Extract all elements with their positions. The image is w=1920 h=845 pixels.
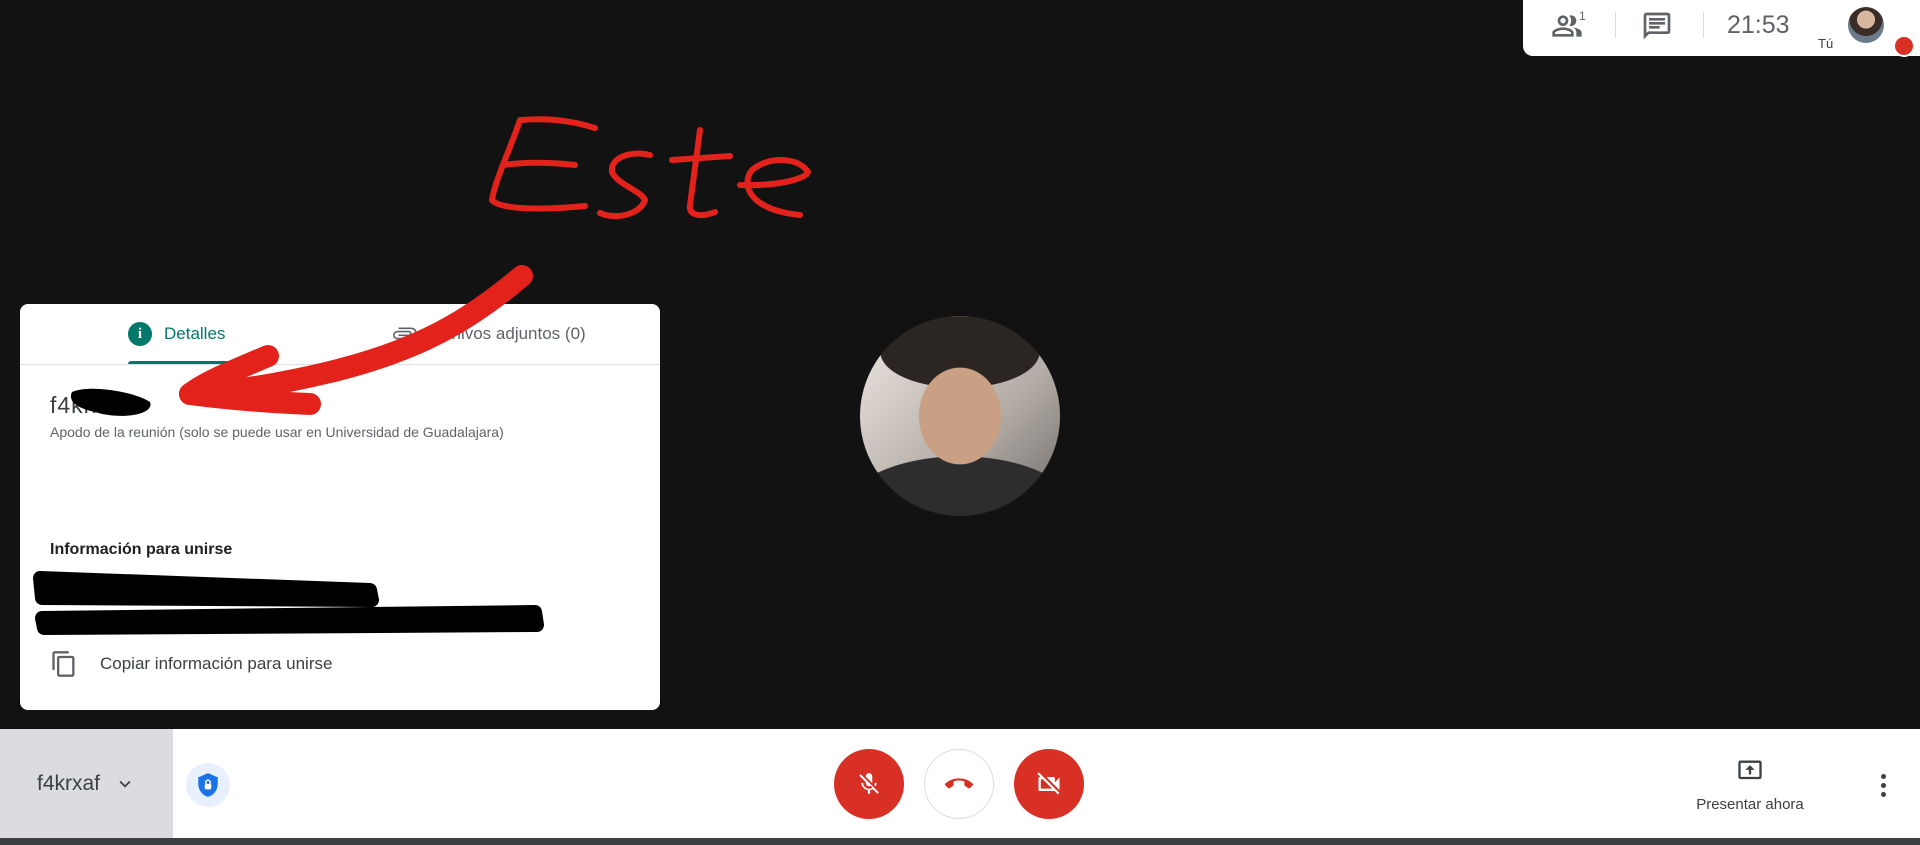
meeting-details-toggle[interactable]: f4krxaf xyxy=(0,729,173,839)
hang-up-icon xyxy=(945,778,973,789)
chevron-down-icon xyxy=(119,780,131,788)
copy-join-info-button[interactable]: Copiar información para unirse xyxy=(50,648,332,680)
security-shield-button[interactable] xyxy=(186,763,230,807)
participant-count: 1 xyxy=(1579,9,1586,23)
info-icon: i xyxy=(128,322,152,346)
clock: 21:53 xyxy=(1727,11,1790,39)
tab-label: Detalles xyxy=(164,324,226,343)
copy-icon xyxy=(52,651,75,677)
divider xyxy=(1615,12,1616,38)
active-tab-indicator xyxy=(128,361,238,364)
microphone-toggle-button[interactable] xyxy=(834,749,904,819)
chat-icon[interactable] xyxy=(1641,10,1673,42)
paperclip-icon xyxy=(393,327,417,340)
camera-off-icon xyxy=(1037,772,1060,795)
mic-off-icon xyxy=(859,773,879,794)
tab-label: Archivos adjuntos (0) xyxy=(426,324,586,343)
more-vert-icon xyxy=(1880,773,1886,779)
top-bar: 1 21:53 Tú xyxy=(1523,0,1920,57)
copy-join-info-label: Copiar información para unirse xyxy=(100,654,333,673)
participant-avatar xyxy=(860,316,1060,516)
meeting-details-panel: i Detalles Archivos adjuntos (0) f4krxaf… xyxy=(20,304,660,710)
panel-tabs: i Detalles Archivos adjuntos (0) xyxy=(20,304,660,365)
more-options-button[interactable] xyxy=(1868,767,1898,803)
self-label: Tú xyxy=(1818,36,1834,51)
shield-lock-icon xyxy=(198,773,218,797)
present-now-label: Presentar ahora xyxy=(1696,796,1804,813)
meeting-nickname-hint: Apodo de la reunión (solo se puede usar … xyxy=(50,424,504,440)
tab-details[interactable]: i Detalles xyxy=(128,322,225,346)
self-avatar[interactable] xyxy=(1848,7,1884,43)
present-screen-icon xyxy=(1738,760,1762,780)
divider xyxy=(1703,12,1704,38)
bottom-control-bar: f4krxaf Presentar ahora xyxy=(0,729,1920,845)
annotation-handwriting xyxy=(489,116,811,220)
present-now-button[interactable]: Presentar ahora xyxy=(1690,757,1810,813)
tab-attachments[interactable]: Archivos adjuntos (0) xyxy=(392,322,586,346)
meeting-code: f4krxaf xyxy=(50,392,127,418)
leave-call-button[interactable] xyxy=(924,749,994,819)
window-edge xyxy=(0,838,1920,845)
join-info-heading: Información para unirse xyxy=(50,541,233,558)
camera-toggle-button[interactable] xyxy=(1014,749,1084,819)
meeting-code-label: f4krxaf xyxy=(36,772,101,795)
mic-off-icon xyxy=(1893,35,1915,57)
